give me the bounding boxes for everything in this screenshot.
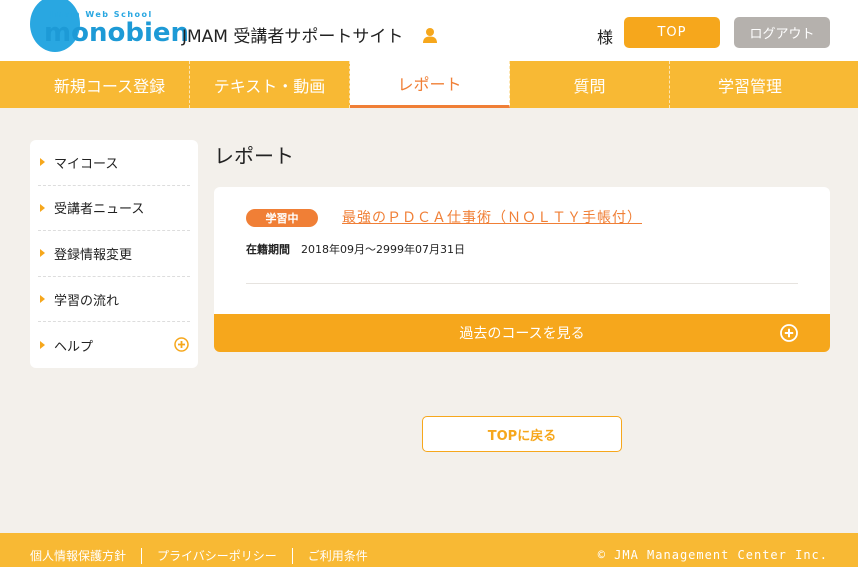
site-title: JMAM 受講者サポートサイト: [182, 27, 404, 47]
triangle-right-icon: [40, 341, 45, 350]
footer-divider: [141, 547, 143, 564]
sidebar-item-label: 受講者ニュース: [54, 202, 145, 218]
honorific-label: 様: [597, 28, 614, 47]
card-divider: [246, 283, 798, 284]
logo-wordmark: monobien: [44, 18, 189, 48]
period-label: 在籍期間: [246, 243, 290, 256]
sidebar: マイコース 受講者ニュース 登録情報変更 学習の流れ ヘルプ: [30, 140, 198, 368]
past-courses-button[interactable]: 過去のコースを見る: [214, 314, 830, 352]
sidebar-item-label: ヘルプ: [54, 339, 94, 355]
sidebar-item-learning-flow[interactable]: 学習の流れ: [38, 277, 190, 323]
footer-link-terms[interactable]: ご利用条件: [308, 547, 368, 564]
nav-item-text-video[interactable]: テキスト・動画: [190, 61, 350, 108]
logout-button[interactable]: ログアウト: [734, 17, 830, 48]
sidebar-item-registration-change[interactable]: 登録情報変更: [38, 231, 190, 277]
sidebar-item-label: 学習の流れ: [54, 293, 120, 309]
footer-link-personal-info[interactable]: 個人情報保護方針: [30, 547, 126, 564]
person-icon: [422, 27, 438, 43]
period-value: 2018年09月～2999年07月31日: [301, 243, 465, 256]
copyright: © JMA Management Center Inc.: [597, 548, 828, 562]
footer-links: 個人情報保護方針 プライバシーポリシー ご利用条件: [30, 547, 368, 564]
page-title: レポート: [214, 144, 294, 168]
sidebar-item-my-course[interactable]: マイコース: [38, 140, 190, 186]
footer: 個人情報保護方針 プライバシーポリシー ご利用条件 © JMA Manageme…: [0, 533, 858, 567]
past-courses-label: 過去のコースを見る: [459, 326, 585, 342]
footer-divider: [291, 547, 293, 564]
sidebar-item-news[interactable]: 受講者ニュース: [38, 186, 190, 232]
monobien-logo[interactable]: Jmam Web School monobien: [28, 0, 189, 56]
top-button[interactable]: TOP: [624, 17, 720, 48]
triangle-right-icon: [40, 203, 45, 212]
footer-link-privacy-policy[interactable]: プライバシーポリシー: [157, 547, 277, 564]
nav-item-learning-management[interactable]: 学習管理: [670, 61, 830, 108]
course-card: 学習中 最強のＰＤＣＡ仕事術（ＮＯＬＴＹ手帳付） 在籍期間 2018年09月～2…: [214, 187, 830, 352]
header: Jmam Web School monobien JMAM 受講者サポートサイト…: [0, 0, 858, 61]
nav-item-report[interactable]: レポート: [350, 61, 510, 108]
triangle-right-icon: [40, 295, 45, 304]
back-to-top-button[interactable]: TOPに戻る: [422, 416, 622, 452]
sidebar-item-help[interactable]: ヘルプ: [38, 322, 190, 368]
plus-circle-icon[interactable]: [174, 337, 189, 353]
nav-item-new-course[interactable]: 新規コース登録: [30, 61, 190, 108]
course-title-link[interactable]: 最強のＰＤＣＡ仕事術（ＮＯＬＴＹ手帳付）: [342, 207, 642, 227]
triangle-right-icon: [40, 158, 45, 167]
triangle-right-icon: [40, 249, 45, 258]
plus-circle-icon: [780, 324, 798, 342]
status-badge: 学習中: [246, 209, 318, 227]
nav-item-question[interactable]: 質問: [510, 61, 670, 108]
sidebar-item-label: 登録情報変更: [54, 247, 133, 263]
main-nav: 新規コース登録 テキスト・動画 レポート 質問 学習管理: [0, 61, 858, 108]
sidebar-item-label: マイコース: [54, 156, 119, 172]
